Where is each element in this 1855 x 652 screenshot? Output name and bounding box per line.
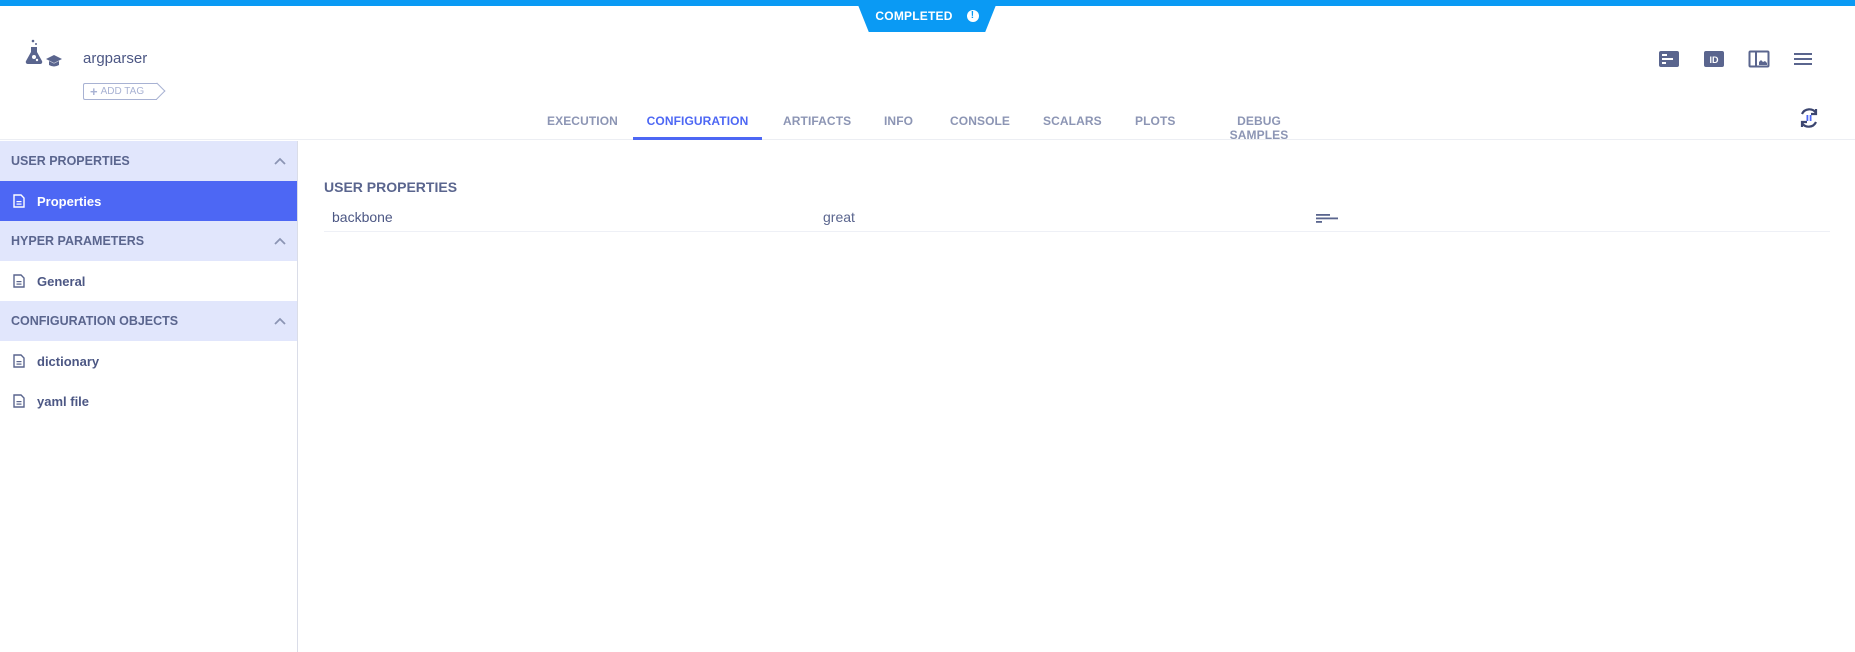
configuration-sidebar: USER PROPERTIES Properties HYPER PARAMET…: [0, 141, 298, 652]
add-tag-label: ADD TAG: [100, 86, 145, 97]
menu-icon: [1794, 53, 1812, 65]
tab-artifacts[interactable]: ARTIFACTS: [783, 100, 851, 140]
tab-scalars[interactable]: SCALARS: [1043, 100, 1102, 140]
document-icon: [13, 354, 25, 368]
sidebar-item-dictionary[interactable]: dictionary: [0, 341, 297, 381]
document-icon: [13, 394, 25, 408]
section-user-properties[interactable]: USER PROPERTIES: [0, 141, 297, 181]
tab-debug-samples[interactable]: DEBUG SAMPLES: [1211, 100, 1307, 142]
add-tag-button[interactable]: + ADD TAG: [83, 83, 157, 100]
section-hyper-parameters[interactable]: HYPER PARAMETERS: [0, 221, 297, 261]
property-key: backbone: [332, 209, 393, 225]
sidebar-item-properties[interactable]: Properties: [0, 181, 297, 221]
id-button[interactable]: ID: [1703, 50, 1725, 68]
sidebar-item-yaml-file[interactable]: yaml file: [0, 381, 297, 421]
tab-plots[interactable]: PLOTS: [1135, 100, 1175, 140]
auto-refresh-button[interactable]: [1797, 106, 1821, 130]
sidebar-item-general[interactable]: General: [0, 261, 297, 301]
experiment-training-icon: [25, 39, 62, 67]
task-name[interactable]: argparser: [83, 50, 147, 67]
auto-refresh-paused-icon: [1800, 108, 1818, 128]
details-panel-icon: [1659, 51, 1679, 67]
property-row: backbone great: [324, 204, 1830, 232]
section-configuration-objects[interactable]: CONFIGURATION OBJECTS: [0, 301, 297, 341]
panel-title: USER PROPERTIES: [324, 179, 458, 195]
sidebar-item-label: General: [37, 273, 86, 289]
tab-configuration[interactable]: CONFIGURATION: [633, 100, 762, 140]
section-title: CONFIGURATION OBJECTS: [11, 314, 179, 328]
chevron-up-icon[interactable]: [273, 236, 287, 246]
menu-button[interactable]: [1792, 50, 1814, 68]
layout-panel-icon: [1748, 50, 1770, 68]
tab-bar: EXECUTION CONFIGURATION ARTIFACTS INFO C…: [0, 100, 1855, 142]
sidebar-item-label: yaml file: [37, 393, 90, 409]
tab-info[interactable]: INFO: [884, 100, 913, 140]
tab-console[interactable]: CONSOLE: [950, 100, 1010, 140]
details-panel-button[interactable]: [1658, 50, 1680, 68]
section-title: HYPER PARAMETERS: [11, 234, 145, 248]
section-title: USER PROPERTIES: [11, 154, 130, 168]
chevron-up-icon[interactable]: [273, 316, 287, 326]
description-icon[interactable]: [1316, 212, 1338, 224]
chevron-up-icon[interactable]: [273, 156, 287, 166]
plus-icon: +: [90, 84, 98, 99]
document-icon: [13, 274, 25, 288]
svg-text:ID: ID: [1710, 55, 1720, 65]
tab-execution[interactable]: EXECUTION: [547, 100, 618, 140]
layout-panel-button[interactable]: [1748, 50, 1770, 68]
id-icon: ID: [1704, 51, 1724, 67]
sidebar-item-label: Properties: [37, 193, 102, 209]
document-icon: [13, 194, 25, 208]
sidebar-item-label: dictionary: [37, 353, 100, 369]
property-value: great: [823, 209, 855, 225]
